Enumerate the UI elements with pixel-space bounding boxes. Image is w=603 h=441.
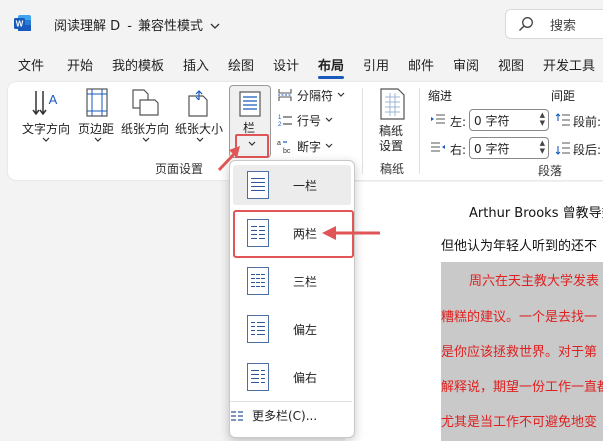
arrow-to-two-columns-icon [322,226,380,240]
annotation-arrows [217,146,380,240]
arrow-to-columns-dropdown-icon [217,146,240,172]
